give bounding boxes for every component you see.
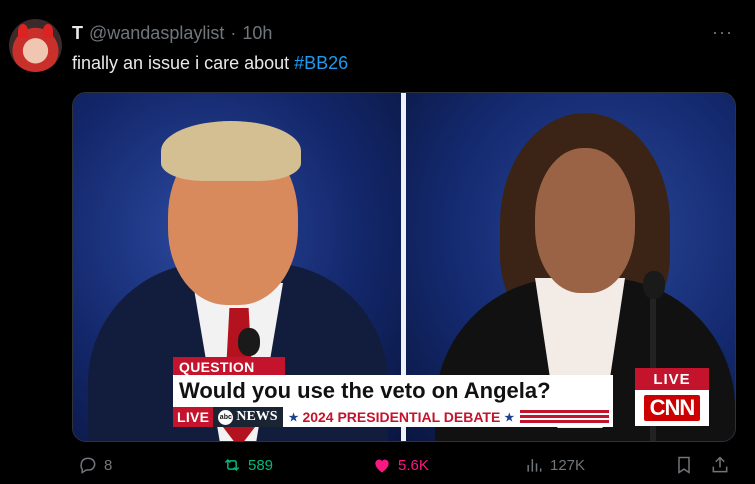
repost-count: 589: [248, 456, 274, 474]
network-name: NEWS: [236, 409, 278, 424]
cnn-logo: CNN: [635, 390, 709, 426]
speaker-left-hair: [161, 121, 301, 181]
avatar-horn-left: [18, 24, 28, 38]
display-name[interactable]: T: [72, 23, 83, 44]
handle[interactable]: @wandasplaylist: [89, 23, 224, 44]
avatar-horn-right: [43, 24, 53, 38]
tweet-text: finally an issue i care about #BB26: [72, 53, 348, 74]
separator: ·: [230, 23, 237, 43]
bookmark-icon: [678, 456, 690, 474]
like-button[interactable]: 5.6K: [372, 455, 429, 475]
bookmark-button[interactable]: [674, 455, 694, 475]
like-count: 5.6K: [398, 456, 429, 474]
views-count: 127K: [550, 456, 586, 474]
star-icon: ★: [504, 411, 515, 424]
repost-icon: [224, 458, 240, 472]
action-bar: 8 589 5.6K 127K: [72, 455, 737, 481]
microphone-icon: [238, 328, 260, 356]
chyron-headline: Would you use the veto on Angela?: [173, 375, 613, 407]
like-icon: [375, 459, 389, 473]
microphone-icon: [643, 271, 665, 299]
timestamp[interactable]: 10h: [242, 23, 272, 44]
reply-count: 8: [104, 456, 113, 474]
tweet-media[interactable]: QUESTION Would you use the veto on Angel…: [72, 92, 736, 442]
hashtag-link[interactable]: #BB26: [294, 53, 348, 73]
live-badge-left: LIVE: [173, 407, 214, 427]
event-name: 2024 PRESIDENTIAL DEBATE: [302, 409, 501, 425]
chyron-ticker: LIVE abc NEWS ★ 2024 PRESIDENTIAL DEBATE…: [173, 407, 613, 427]
avatar[interactable]: [9, 19, 62, 72]
reply-button[interactable]: 8: [78, 455, 112, 475]
cnn-logo-text: CNN: [643, 395, 701, 421]
flag-stripes: [520, 410, 609, 424]
star-icon: ★: [288, 411, 299, 424]
live-badge-right: LIVE: [635, 368, 709, 390]
event-title: ★ 2024 PRESIDENTIAL DEBATE ★: [283, 409, 521, 425]
abc-logo-icon: abc: [218, 409, 234, 425]
share-button[interactable]: [710, 455, 730, 475]
reply-icon: [80, 457, 96, 474]
repost-button[interactable]: 589: [222, 455, 273, 475]
views-icon: [527, 459, 542, 472]
tweet-header: T @wandasplaylist · 10h: [72, 23, 272, 44]
share-icon: [712, 456, 728, 473]
views-button[interactable]: 127K: [524, 455, 585, 475]
network-logo: abc NEWS: [213, 407, 283, 427]
speaker-right-head: [535, 148, 635, 293]
chyron-label: QUESTION: [173, 357, 285, 377]
more-icon[interactable]: ···: [712, 22, 733, 43]
tweet-body: finally an issue i care about: [72, 53, 295, 73]
